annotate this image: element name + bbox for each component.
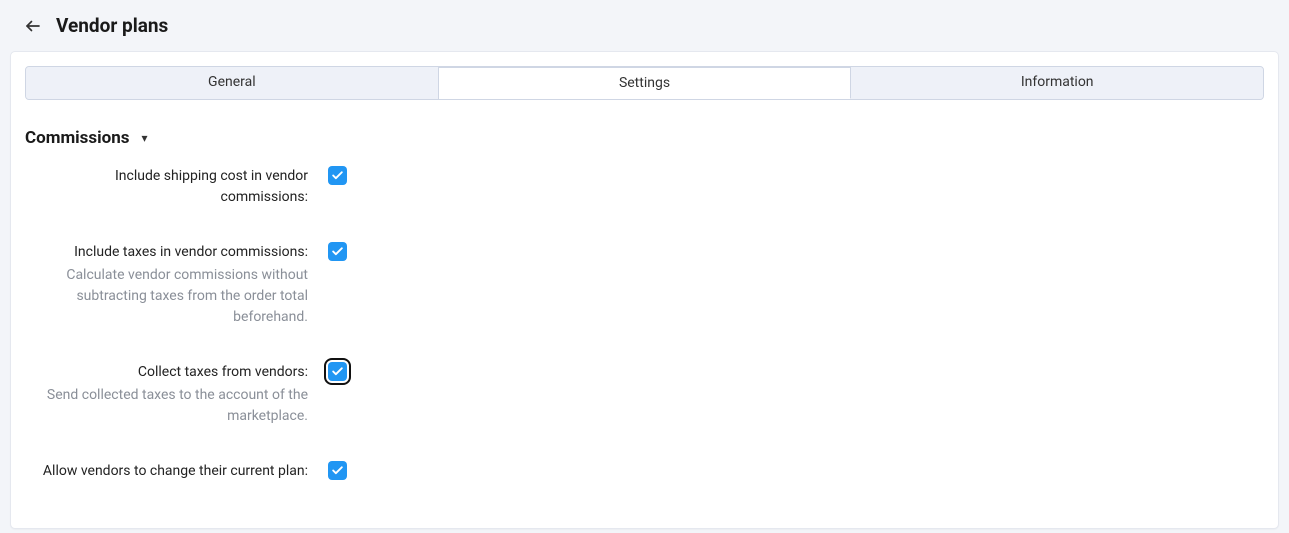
row-collect-taxes: Collect taxes from vendors: Send collect… (25, 362, 1264, 427)
tabs: General Settings Information (25, 66, 1264, 100)
checkbox-collect-taxes[interactable] (328, 362, 347, 381)
page-title: Vendor plans (56, 14, 168, 37)
label-include-shipping: Include shipping cost in vendor commissi… (25, 166, 308, 208)
form-rows: Include shipping cost in vendor commissi… (11, 152, 1278, 482)
checkbox-include-taxes[interactable] (328, 242, 347, 261)
label-allow-change-plan: Allow vendors to change their current pl… (25, 461, 308, 482)
checkbox-allow-change-plan[interactable] (328, 461, 347, 480)
row-include-shipping: Include shipping cost in vendor commissi… (25, 166, 1264, 208)
label-include-taxes: Include taxes in vendor commissions: (25, 242, 308, 263)
help-include-taxes: Calculate vendor commissions without sub… (25, 265, 308, 328)
checkbox-include-shipping[interactable] (328, 166, 347, 185)
back-arrow-icon[interactable] (24, 17, 42, 35)
section-commissions-toggle[interactable]: Commissions ▾ (11, 100, 1278, 152)
help-collect-taxes: Send collected taxes to the account of t… (25, 385, 308, 427)
tab-information[interactable]: Information (851, 67, 1263, 99)
row-allow-change-plan: Allow vendors to change their current pl… (25, 461, 1264, 482)
tab-settings[interactable]: Settings (439, 67, 852, 99)
section-title: Commissions (25, 128, 130, 148)
label-collect-taxes: Collect taxes from vendors: (25, 362, 308, 383)
tab-general[interactable]: General (26, 67, 439, 99)
page-header: Vendor plans (0, 0, 1289, 51)
row-include-taxes: Include taxes in vendor commissions: Cal… (25, 242, 1264, 328)
panel: General Settings Information Commissions… (10, 51, 1279, 529)
chevron-down-icon: ▾ (142, 131, 148, 145)
